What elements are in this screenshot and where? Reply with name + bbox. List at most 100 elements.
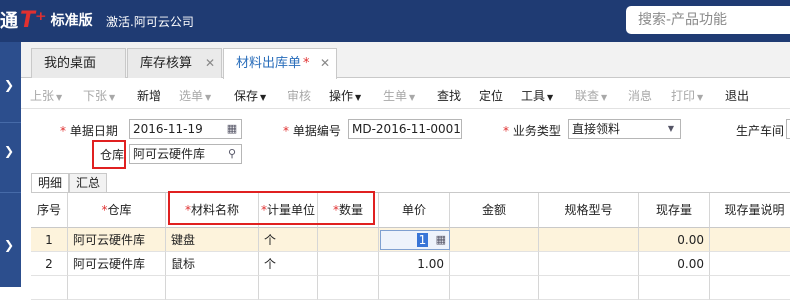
warehouse-field[interactable]: 阿可云硬件库 ⚲ (129, 144, 242, 164)
prev-button[interactable]: 上张 ▼ (30, 87, 62, 104)
code-field[interactable]: MD-2016-11-0001 (348, 119, 462, 139)
top-bar: 通 T⁺ 标准版 激活.阿可云公司 搜索-产品功能 (0, 0, 790, 42)
tab-label: 库存核算 (140, 56, 193, 71)
col-label: 序号 (36, 203, 61, 217)
app-logo: 通 T⁺ 标准版 (0, 6, 93, 34)
generate-button[interactable]: 生单 ▼ (383, 87, 415, 104)
cell-warehouse[interactable]: 阿可云硬件库 (68, 252, 166, 276)
locate-button[interactable]: 定位 (479, 87, 503, 104)
highlight-box-warehouse (92, 140, 126, 169)
calculator-icon[interactable]: ▦ (436, 233, 446, 246)
workshop-field[interactable] (786, 119, 790, 139)
operate-label: 操作 (329, 89, 354, 103)
operate-button[interactable]: 操作 ▼ (329, 87, 361, 104)
close-icon[interactable]: ✕ (320, 49, 330, 78)
cell-qty[interactable] (318, 276, 379, 300)
cell-spec[interactable] (539, 228, 639, 252)
cell-unit[interactable]: 个 (259, 228, 318, 252)
print-button[interactable]: 打印 ▼ (671, 87, 703, 104)
tab-my-desktop[interactable]: 我的桌面 (31, 48, 126, 78)
cell-unit[interactable]: 个 (259, 252, 318, 276)
col-header-stock: 现存量 (639, 193, 710, 228)
warehouse-value: 阿可云硬件库 (133, 147, 206, 161)
required-mark: * (503, 124, 509, 138)
calendar-icon[interactable]: ▦ (225, 122, 239, 136)
chevron-right-icon[interactable]: ❯ (4, 78, 14, 92)
cell-spec[interactable] (539, 276, 639, 300)
tab-detail[interactable]: 明细 (31, 173, 70, 193)
cell-warehouse[interactable] (68, 276, 166, 300)
cell-warehouse[interactable]: 阿可云硬件库 (68, 228, 166, 252)
col-header-price: 单价 (379, 193, 450, 228)
chevron-down-icon: ▼ (409, 93, 416, 102)
cell-qty[interactable] (318, 252, 379, 276)
price-edit-input[interactable]: 1 ▦ (380, 230, 450, 250)
lookup-label: 联查 (575, 89, 600, 103)
cell-stock-note (710, 276, 790, 300)
code-label-text: 单据编号 (292, 124, 341, 138)
cell-material[interactable]: 鼠标 (166, 252, 259, 276)
cell-unit[interactable] (259, 276, 318, 300)
col-label: 仓库 (107, 203, 132, 217)
tab-material-issue[interactable]: 材料出库单 * ✕ (223, 48, 337, 79)
message-button[interactable]: 消息 (628, 87, 652, 104)
save-button[interactable]: 保存 ▼ (234, 87, 266, 104)
cell-material[interactable] (166, 276, 259, 300)
edition-label: 标准版 (50, 13, 93, 29)
chevron-right-icon[interactable]: ❯ (4, 144, 14, 158)
biztype-value: 直接领料 (572, 122, 621, 136)
cell-amount[interactable] (450, 228, 539, 252)
date-field[interactable]: 2016-11-19 ▦ (129, 119, 242, 139)
price-edit-value[interactable]: 1 (417, 233, 428, 247)
chevron-down-icon[interactable]: ▼ (664, 122, 678, 136)
workshop-label: 生产车间 (736, 124, 785, 138)
cell-qty[interactable] (318, 228, 379, 252)
cell-price[interactable]: 1.00 (379, 252, 450, 276)
next-label: 下张 (83, 89, 108, 103)
print-label: 打印 (671, 89, 696, 103)
biztype-select[interactable]: 直接领料 ▼ (568, 119, 681, 139)
activation-text: 激活.阿可云公司 (106, 15, 194, 29)
chevron-down-icon: ▼ (547, 93, 554, 102)
generate-label: 生单 (383, 89, 408, 103)
chevron-down-icon: ▼ (697, 93, 704, 102)
document-tab-strip: 我的桌面 库存核算 ✕ 材料出库单 * ✕ (21, 42, 790, 79)
tab-summary[interactable]: 汇总 (69, 173, 108, 193)
cell-stock (639, 276, 710, 300)
highlight-box-required-columns (168, 191, 375, 225)
chevron-down-icon: ▼ (355, 93, 362, 102)
audit-button[interactable]: 审核 (287, 87, 311, 104)
find-button[interactable]: 查找 (437, 87, 461, 104)
cell-material[interactable]: 键盘 (166, 228, 259, 252)
search-icon[interactable]: ⚲ (225, 147, 239, 161)
next-button[interactable]: 下张 ▼ (83, 87, 115, 104)
cell-amount[interactable] (450, 252, 539, 276)
new-button[interactable]: 新增 (137, 87, 161, 104)
select-button[interactable]: 选单 ▼ (179, 87, 211, 104)
lookup-button[interactable]: 联查 ▼ (575, 87, 607, 104)
chevron-right-icon[interactable]: ❯ (4, 238, 14, 252)
col-label: 单价 (401, 203, 426, 217)
biztype-label: * 业务类型 (503, 122, 561, 139)
tab-inventory-accounting[interactable]: 库存核算 ✕ (127, 48, 222, 78)
detail-grid: 序号 *仓库 *材料名称 *计量单位 *数量 单价 金额 规格型号 现存量 现存… (31, 192, 790, 300)
exit-button[interactable]: 退出 (725, 87, 749, 104)
chevron-down-icon: ▼ (109, 93, 116, 102)
col-label: 金额 (481, 203, 506, 217)
required-mark: * (60, 124, 66, 138)
tools-label: 工具 (521, 89, 546, 103)
col-label: 现存量说明 (724, 203, 785, 217)
cell-stock-note (710, 228, 790, 252)
date-label: * 单据日期 (60, 122, 118, 139)
tools-button[interactable]: 工具 ▼ (521, 87, 553, 104)
search-input[interactable]: 搜索-产品功能 (626, 6, 790, 34)
date-value: 2016-11-19 (133, 122, 203, 136)
chevron-down-icon: ▼ (260, 93, 267, 102)
cell-amount[interactable] (450, 276, 539, 300)
biztype-label-text: 业务类型 (512, 124, 561, 138)
code-label: * 单据编号 (283, 122, 341, 139)
cell-spec[interactable] (539, 252, 639, 276)
cell-price[interactable] (379, 276, 450, 300)
rail-divider (0, 192, 21, 193)
close-icon[interactable]: ✕ (205, 49, 215, 78)
